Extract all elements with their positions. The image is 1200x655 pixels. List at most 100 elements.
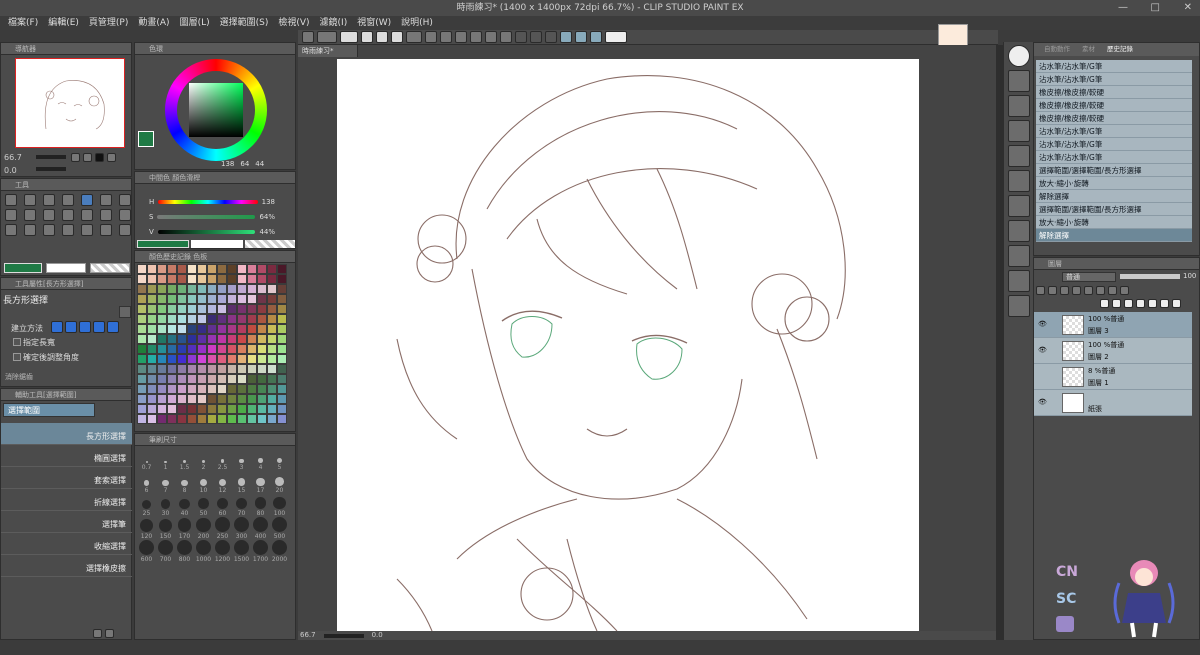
correction-tool-icon[interactable] <box>119 224 131 236</box>
brush-size-cell[interactable]: 200 <box>194 517 213 540</box>
status-zoom-slider[interactable] <box>323 634 364 638</box>
palette-swatch[interactable] <box>177 314 187 324</box>
hue-ring[interactable] <box>165 59 267 161</box>
palette-swatch[interactable] <box>217 344 227 354</box>
palette-swatch[interactable] <box>167 294 177 304</box>
palette-swatch[interactable] <box>147 274 157 284</box>
palette-swatch[interactable] <box>137 374 147 384</box>
layer-row-paper[interactable]: 👁 紙張 <box>1034 390 1192 416</box>
brush-size-cell[interactable]: 20 <box>270 471 289 494</box>
palette-swatch[interactable] <box>217 414 227 424</box>
sub-tool-selection-pen[interactable]: 選擇筆 <box>1 511 132 533</box>
palette-swatch[interactable] <box>257 314 267 324</box>
trash-icon[interactable] <box>1172 299 1181 308</box>
brush-size-cell[interactable]: 17 <box>251 471 270 494</box>
palette-swatch[interactable] <box>267 324 277 334</box>
palette-swatch[interactable] <box>167 364 177 374</box>
palette-swatch[interactable] <box>227 364 237 374</box>
palette-swatch[interactable] <box>227 294 237 304</box>
palette-swatch[interactable] <box>217 274 227 284</box>
palette-swatch[interactable] <box>167 314 177 324</box>
new-file-icon[interactable] <box>361 31 373 43</box>
palette-swatch[interactable] <box>277 264 287 274</box>
palette-swatch[interactable] <box>197 354 207 364</box>
hue-slider[interactable] <box>158 199 258 204</box>
navigator-zoom-slider[interactable] <box>36 155 66 159</box>
palette-swatch[interactable] <box>167 414 177 424</box>
palette-swatch[interactable] <box>267 304 277 314</box>
palette-swatch[interactable] <box>207 384 217 394</box>
palette-swatch[interactable] <box>277 414 287 424</box>
snap-grid-icon[interactable] <box>590 31 602 43</box>
history-item[interactable]: 橡皮擦/橡皮擦/較硬 <box>1036 86 1192 99</box>
palette-swatch[interactable] <box>217 364 227 374</box>
palette-swatch[interactable] <box>257 384 267 394</box>
palette-swatch[interactable] <box>137 274 147 284</box>
palette-swatch[interactable] <box>257 394 267 404</box>
navigator-angle-slider[interactable] <box>36 167 66 171</box>
palette-swatch[interactable] <box>247 364 257 374</box>
brush-size-cell[interactable]: 1200 <box>213 540 232 563</box>
palette-swatch[interactable] <box>227 414 237 424</box>
palette-swatch[interactable] <box>187 394 197 404</box>
history-item[interactable]: 橡皮擦/橡皮擦/較硬 <box>1036 112 1192 125</box>
palette-swatch[interactable] <box>237 274 247 284</box>
palette-swatch[interactable] <box>187 384 197 394</box>
palette-swatch[interactable] <box>137 344 147 354</box>
new-vector-icon[interactable] <box>1112 299 1121 308</box>
brush-size-cell[interactable]: 2.5 <box>213 448 232 471</box>
mask-icon[interactable] <box>1160 299 1169 308</box>
palette-swatch[interactable] <box>217 334 227 344</box>
palette-swatch[interactable] <box>207 364 217 374</box>
slider-trans-chip[interactable] <box>245 240 295 248</box>
item-bank-icon[interactable] <box>1007 195 1030 217</box>
palette-swatch[interactable] <box>227 284 237 294</box>
color-slider-tab2[interactable]: 中間色 <box>149 174 170 182</box>
brush-size-cell[interactable]: 3 <box>232 448 251 471</box>
palette-swatch[interactable] <box>227 394 237 404</box>
brush-size-cell[interactable]: 120 <box>137 517 156 540</box>
palette-swatch[interactable] <box>167 404 177 414</box>
palette-swatch[interactable] <box>257 274 267 284</box>
transparent-chip[interactable] <box>90 263 130 273</box>
history-item[interactable]: 沾水筆/沾水筆/G筆 <box>1036 60 1192 73</box>
sub-tool-group-tab[interactable]: 選擇範圍 <box>3 403 95 417</box>
palette-swatch[interactable] <box>187 344 197 354</box>
palette-swatch[interactable] <box>277 304 287 314</box>
brush-size-cell[interactable]: 6 <box>137 471 156 494</box>
lock-icon[interactable] <box>1084 286 1093 295</box>
palette-swatch[interactable] <box>177 364 187 374</box>
sat-slider[interactable] <box>157 214 256 219</box>
brush-size-cell[interactable]: 8 <box>175 471 194 494</box>
palette-swatch[interactable] <box>217 294 227 304</box>
eraser-icon[interactable] <box>81 209 93 221</box>
eye-icon[interactable]: 👁 <box>1038 398 1047 406</box>
palette-swatch[interactable] <box>267 384 277 394</box>
gradient-icon[interactable] <box>5 224 17 236</box>
ruler-tool-icon[interactable] <box>62 224 74 236</box>
palette-swatch[interactable] <box>197 304 207 314</box>
brush-size-cell[interactable]: 1000 <box>194 540 213 563</box>
palette-swatch[interactable] <box>227 324 237 334</box>
fit-icon[interactable] <box>95 153 104 162</box>
brush-size-cell[interactable]: 1500 <box>232 540 251 563</box>
palette-swatch[interactable] <box>277 354 287 364</box>
palette-swatch[interactable] <box>157 374 167 384</box>
palette-swatch[interactable] <box>207 334 217 344</box>
blend-tool-icon[interactable] <box>100 209 112 221</box>
brush-size-cell[interactable]: 500 <box>270 517 289 540</box>
palette-swatch[interactable] <box>207 394 217 404</box>
palette-swatch[interactable] <box>147 304 157 314</box>
palette-swatch[interactable] <box>267 394 277 404</box>
slider-sub-chip[interactable] <box>191 240 243 248</box>
tab-history[interactable]: 歷史記錄 <box>1107 43 1133 56</box>
palette-swatch[interactable] <box>277 314 287 324</box>
history-item[interactable]: 沾水筆/沾水筆/G筆 <box>1036 138 1192 151</box>
layer-property-icon[interactable] <box>1007 70 1030 92</box>
palette-swatch[interactable] <box>147 344 157 354</box>
palette-swatch[interactable] <box>227 354 237 364</box>
palette-swatch[interactable] <box>137 294 147 304</box>
menu-layer[interactable]: 圖層(L) <box>180 16 210 30</box>
brush-size-cell[interactable]: 40 <box>175 494 194 517</box>
brush-size-cell[interactable]: 400 <box>251 517 270 540</box>
